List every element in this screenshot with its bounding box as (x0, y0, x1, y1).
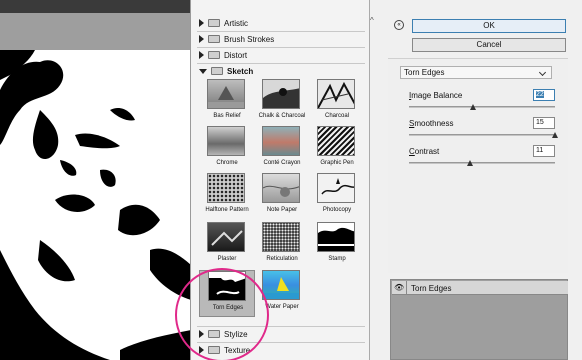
filter-select[interactable]: Torn Edges (400, 66, 552, 79)
visibility-eye-icon[interactable]: 👁 (394, 283, 404, 293)
filter-preview-image (207, 79, 245, 109)
effect-layer-name: Torn Edges (411, 284, 452, 293)
filter-thumb-conte-crayon[interactable]: Conté Crayon (254, 126, 310, 173)
image-balance-input[interactable]: 22 (533, 89, 555, 101)
folder-sketch[interactable]: Sketch (199, 64, 364, 78)
filter-preview-image (207, 222, 245, 252)
folder-icon (208, 19, 220, 27)
filter-thumb-bas-relief[interactable]: Bas Relief (199, 79, 255, 126)
effect-layers-panel: 👁 Torn Edges (390, 279, 568, 360)
cancel-button[interactable]: Cancel (412, 38, 566, 52)
filter-options-panel: Torn Edges Image Balance 22 Smoothness 1… (388, 58, 568, 273)
filter-preview-image (262, 222, 300, 252)
collapse-arrow-icon (199, 68, 207, 74)
filter-preview-image (317, 126, 355, 156)
folder-distort[interactable]: Distort (199, 48, 364, 62)
filter-preview-image (262, 270, 300, 300)
param-label: Contrast (409, 147, 440, 156)
folder-label: Distort (224, 50, 248, 60)
filter-preview-image (262, 126, 300, 156)
contrast-slider-knob[interactable] (467, 160, 474, 166)
filter-gallery-window: Artistic Brush Strokes Distort Sketch Ba… (0, 0, 582, 360)
filter-preview-image (317, 222, 355, 252)
filter-preview-image (262, 79, 300, 109)
filter-thumb-chrome[interactable]: Chrome (199, 126, 255, 173)
folder-icon (208, 35, 220, 43)
filter-preview-image (317, 79, 355, 109)
contrast-input[interactable]: 11 (533, 145, 555, 157)
folder-label: Sketch (227, 66, 254, 76)
filter-label: Charcoal (324, 113, 349, 119)
expand-arrow-icon (199, 19, 204, 27)
filter-thumb-charcoal[interactable]: Charcoal (309, 79, 365, 126)
highlight-circle (175, 268, 269, 360)
param-label: Smoothness (409, 119, 454, 128)
ok-button[interactable]: OK (412, 19, 566, 33)
folder-artistic[interactable]: Artistic (199, 16, 364, 30)
chevron-down-icon (538, 68, 547, 77)
folder-brush-strokes[interactable]: Brush Strokes (199, 32, 364, 46)
filter-thumb-plaster[interactable]: Plaster (199, 222, 255, 269)
contrast-control: Contrast 11 (409, 145, 555, 177)
scroll-up-arrow-icon[interactable]: ^ (370, 16, 374, 25)
filter-label: Graphic Pen (320, 160, 354, 166)
filter-thumb-note-paper[interactable]: Note Paper (254, 173, 310, 220)
image-balance-slider-knob[interactable] (470, 104, 477, 110)
filter-select-value: Torn Edges (404, 68, 445, 77)
filter-preview-image (207, 173, 245, 203)
filter-label: Stamp (328, 256, 346, 262)
param-label: Image Balance (409, 91, 463, 100)
folder-icon (208, 51, 220, 59)
filter-preview-image (207, 126, 245, 156)
smoothness-slider-track[interactable] (409, 134, 555, 136)
preview-canvas-margin (0, 13, 190, 50)
settings-pane: « OK Cancel Torn Edges Image Balance 22 … (384, 0, 582, 360)
filter-label: Photocopy (322, 207, 352, 213)
expand-arrow-icon (199, 51, 204, 59)
image-balance-slider-track[interactable] (409, 106, 555, 108)
folder-open-icon (211, 67, 223, 75)
filter-preview-image (262, 173, 300, 203)
filter-thumb-reticulation[interactable]: Reticulation (254, 222, 310, 269)
filter-thumb-chalk-charcoal[interactable]: Chalk & Charcoal (254, 79, 310, 126)
filter-preview-image (317, 173, 355, 203)
effect-layer-row[interactable]: 👁 Torn Edges (392, 281, 568, 295)
filter-thumb-halftone-pattern[interactable]: Halftone Pattern (199, 173, 255, 220)
collapse-gallery-icon[interactable]: « (394, 20, 404, 30)
folder-label: Artistic (224, 18, 248, 28)
filter-thumb-graphic-pen[interactable]: Graphic Pen (309, 126, 365, 173)
smoothness-input[interactable]: 15 (533, 117, 555, 129)
divider (406, 281, 407, 295)
preview-top-bar (0, 0, 190, 13)
contrast-slider-track[interactable] (409, 162, 555, 164)
filter-thumb-stamp[interactable]: Stamp (309, 222, 365, 269)
filter-thumb-photocopy[interactable]: Photocopy (309, 173, 365, 220)
torn-edges-preview-image (0, 50, 190, 360)
folder-label: Brush Strokes (224, 34, 275, 44)
expand-arrow-icon (199, 35, 204, 43)
image-preview[interactable] (0, 0, 191, 360)
smoothness-slider-knob[interactable] (552, 132, 558, 138)
